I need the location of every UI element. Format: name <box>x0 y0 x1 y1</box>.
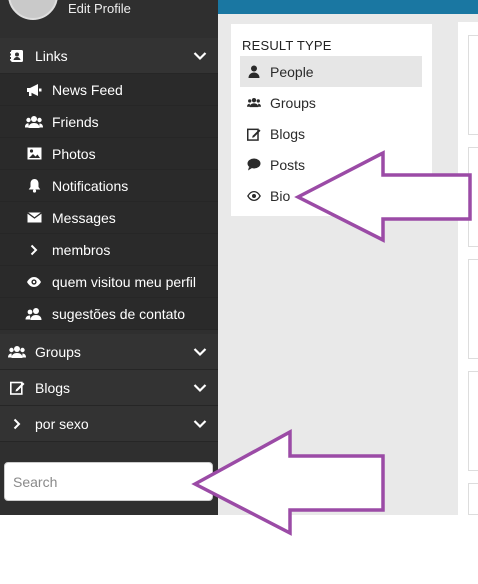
users-icon <box>25 115 43 129</box>
address-book-icon <box>8 49 26 63</box>
sidebar-item-label: News Feed <box>52 81 123 98</box>
result-card[interactable] <box>468 371 478 471</box>
filter-item-blogs[interactable]: Blogs <box>240 118 422 149</box>
filter-title: RESULT TYPE <box>242 38 332 53</box>
sidebar-item-membros[interactable]: membros <box>0 234 218 266</box>
image-icon <box>25 147 43 160</box>
sidebar: Edit Profile Links News Feed Friends Pho… <box>0 0 218 515</box>
result-card[interactable] <box>468 259 478 359</box>
sidebar-item-news-feed[interactable]: News Feed <box>0 74 218 106</box>
page: Edit Profile Links News Feed Friends Pho… <box>0 0 478 584</box>
sidebar-item-label: membros <box>52 241 111 258</box>
filter-item-label: Groups <box>270 94 316 111</box>
users-icon <box>25 307 43 321</box>
filter-item-people[interactable]: People <box>240 56 422 87</box>
avatar[interactable] <box>8 0 58 20</box>
result-card[interactable] <box>468 35 478 135</box>
top-bar <box>218 0 478 14</box>
sidebar-section-links[interactable]: Links <box>0 38 218 74</box>
sidebar-item-photos[interactable]: Photos <box>0 138 218 170</box>
sidebar-section-blogs[interactable]: Blogs <box>0 370 218 406</box>
envelope-icon <box>25 212 43 223</box>
chevron-down-icon[interactable] <box>193 383 207 392</box>
chevron-down-icon[interactable] <box>193 51 207 60</box>
sidebar-item-notifications[interactable]: Notifications <box>0 170 218 202</box>
filter-item-label: Blogs <box>270 125 306 142</box>
edit-icon <box>8 380 26 395</box>
sidebar-item-messages[interactable]: Messages <box>0 202 218 234</box>
bullhorn-icon <box>25 83 43 97</box>
sidebar-section-groups[interactable]: Groups <box>0 334 218 370</box>
eye-icon <box>25 276 43 288</box>
filter-item-bio[interactable]: Bio <box>240 180 422 211</box>
sidebar-item-quem-visitou[interactable]: quem visitou meu perfil <box>0 266 218 298</box>
filter-item-groups[interactable]: Groups <box>240 87 422 118</box>
bell-icon <box>25 178 43 193</box>
edit-icon <box>247 127 261 141</box>
result-card[interactable] <box>468 147 478 247</box>
sidebar-item-label: sugestões de contato <box>52 305 186 322</box>
chevron-down-icon[interactable] <box>193 419 207 428</box>
search-box <box>4 462 213 501</box>
sidebar-section-label: Links <box>35 47 68 64</box>
chevron-down-icon[interactable] <box>193 347 207 356</box>
sidebar-item-label: Friends <box>52 113 99 130</box>
chevron-right-icon <box>8 418 26 430</box>
result-type-filter: RESULT TYPE People Groups Blogs Posts Bi… <box>231 24 432 216</box>
users-icon <box>247 96 261 109</box>
eye-icon <box>247 190 261 202</box>
sidebar-item-friends[interactable]: Friends <box>0 106 218 138</box>
chevron-right-icon <box>25 244 43 256</box>
filter-item-label: People <box>270 63 314 80</box>
filter-item-posts[interactable]: Posts <box>240 149 422 180</box>
search-input[interactable] <box>13 473 212 490</box>
user-icon <box>247 65 261 78</box>
sidebar-section-label: Blogs <box>35 379 71 396</box>
profile-header[interactable]: Edit Profile <box>0 0 218 34</box>
sidebar-item-sugestoes[interactable]: sugestões de contato <box>0 298 218 330</box>
sidebar-item-label: Notifications <box>52 177 129 194</box>
result-card[interactable] <box>468 483 478 515</box>
filter-item-label: Posts <box>270 156 306 173</box>
sidebar-section-por-sexo[interactable]: por sexo <box>0 406 218 442</box>
comment-icon <box>247 158 261 171</box>
edit-profile-link[interactable]: Edit Profile <box>68 1 131 16</box>
sidebar-section-label: por sexo <box>35 415 89 432</box>
users-icon <box>8 345 26 359</box>
filter-item-label: Bio <box>270 187 291 204</box>
sidebar-item-label: Messages <box>52 209 116 226</box>
sidebar-item-label: quem visitou meu perfil <box>52 273 196 290</box>
sidebar-section-label: Groups <box>35 343 81 360</box>
sidebar-item-label: Photos <box>52 145 96 162</box>
